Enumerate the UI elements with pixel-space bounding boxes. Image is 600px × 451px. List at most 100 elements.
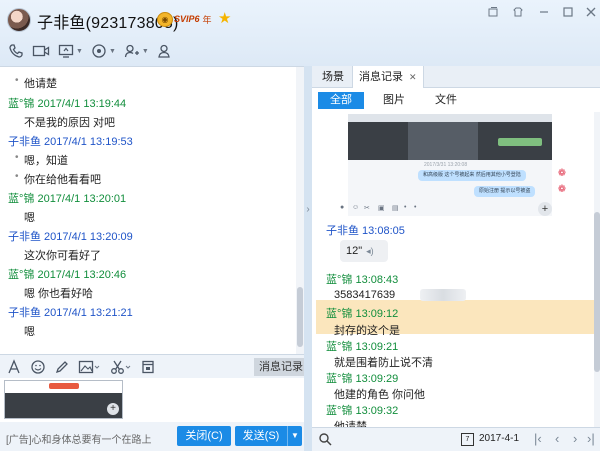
bullet-icon: • — [15, 152, 19, 163]
phone-icon[interactable] — [8, 43, 24, 59]
next-page-icon[interactable]: › — [573, 431, 577, 446]
tab-scene[interactable]: 场景 — [316, 66, 350, 88]
chat-history[interactable]: • 他请楚 蓝°锦 2017/4/1 13:19:44 不是我的原因 对吧 子非… — [0, 66, 304, 354]
panel-tabs: 场景 消息记录 ✕ — [312, 66, 600, 88]
history-image[interactable] — [348, 114, 552, 160]
image-bubble: 和高级版 这个号被起来 然后用其他小号登陆 — [418, 170, 526, 181]
tab-label: 消息记录 — [359, 71, 403, 83]
sender-line[interactable]: 子非鱼 2017/4/1 13:21:21 — [8, 304, 133, 320]
image-toolbar: ● ☺ ✂ ▣ ▤ • • + — [338, 202, 558, 216]
message-text: 嗯 — [24, 326, 35, 338]
voice-message[interactable]: 12" ◂) — [340, 240, 388, 262]
history-filters: 全部 图片 文件 — [312, 89, 600, 111]
sender-line[interactable]: 蓝°锦 13:09:12 — [326, 305, 398, 321]
message-text: 你在给他看看吧 — [24, 174, 101, 186]
app-icon[interactable]: ▼ — [91, 43, 116, 59]
history-label: 消息记录 — [259, 361, 303, 373]
screenshot-icon[interactable] — [110, 359, 132, 375]
emoji-icon[interactable] — [30, 359, 46, 375]
close-tab-icon[interactable]: ✕ — [409, 72, 417, 82]
restore-icon[interactable] — [486, 6, 500, 20]
message-text: 嗯，知道 — [24, 155, 68, 167]
filter-images[interactable]: 图片 — [372, 92, 416, 109]
font-icon[interactable] — [6, 359, 22, 375]
sender-line[interactable]: 子非鱼 13:08:05 — [326, 222, 405, 238]
crown-icon: ◉ — [157, 11, 173, 27]
star-icon[interactable]: ★ — [218, 9, 231, 27]
tab-history[interactable]: 消息记录 ✕ — [352, 66, 424, 88]
ad-text[interactable]: [广告]心和身体总要有一个在路上 — [6, 431, 152, 446]
message-text: 这次你可看好了 — [24, 250, 101, 262]
footer-bar: [广告]心和身体总要有一个在路上 关闭(C) 发送(S) ▼ — [0, 422, 304, 451]
close-button[interactable]: 关闭(C) — [177, 426, 231, 446]
message-input[interactable]: + — [0, 378, 304, 422]
scroll-thumb[interactable] — [594, 212, 600, 372]
sender-line[interactable]: 蓝°锦 13:09:32 — [326, 402, 398, 418]
svip-badge[interactable]: ◉ SVIP6 年 — [157, 11, 212, 27]
message-text: 不是我的原因 对吧 — [24, 117, 116, 129]
skin-icon[interactable] — [511, 6, 525, 20]
chevron-right-icon[interactable]: › — [304, 204, 312, 215]
chat-scrollbar[interactable] — [296, 67, 304, 354]
mic-icon: ● — [340, 204, 345, 211]
prev-page-icon[interactable]: ‹ — [555, 431, 559, 446]
pen-icon[interactable] — [54, 359, 70, 375]
file-icon: ▤ — [392, 205, 399, 212]
sender-line[interactable]: 子非鱼 2017/4/1 13:20:09 — [8, 228, 133, 244]
window-header: 子非鱼(923173805) ◉ SVIP6 年 ★ ▼ ▼ ▼ — [0, 0, 600, 66]
history-button[interactable]: 消息记录 ▼ — [254, 358, 304, 390]
history-footer: 7 2017-4-1 |‹ ‹ › ›| — [312, 427, 600, 451]
more-icon: • — [414, 204, 417, 211]
image-icon: ▣ — [378, 205, 385, 212]
first-page-icon[interactable]: |‹ — [534, 431, 542, 446]
history-scrollbar[interactable] — [594, 112, 600, 427]
video-icon[interactable] — [32, 43, 50, 59]
panel-splitter[interactable]: › — [304, 66, 312, 451]
send-options-button[interactable]: ▼ — [287, 426, 302, 446]
chevron-down-icon: ▼ — [141, 47, 149, 55]
calendar-icon[interactable]: 7 — [461, 433, 474, 446]
history-panel: 场景 消息记录 ✕ 全部 图片 文件 2017/3/31 13:20:08 和高级… — [312, 66, 600, 451]
remote-icon[interactable]: ▼ — [124, 43, 149, 59]
zoom-in-icon[interactable]: + — [538, 202, 552, 216]
message-text: 封存的这个是 — [334, 325, 400, 337]
filter-all[interactable]: 全部 — [318, 92, 364, 109]
sender-line[interactable]: 蓝°锦 2017/4/1 13:20:46 — [8, 266, 126, 282]
file-icon[interactable] — [140, 359, 156, 375]
image-bubble: 原始注册 提示以号被盗 — [474, 186, 536, 197]
image-thumbnail[interactable]: + — [4, 380, 123, 419]
sender-line[interactable]: 蓝°锦 2017/4/1 13:19:44 — [8, 95, 126, 111]
search-icon[interactable] — [318, 432, 332, 449]
history-date[interactable]: 2017-4-1 — [479, 433, 519, 444]
bullet-icon: • — [15, 75, 19, 86]
image-icon[interactable] — [78, 359, 100, 375]
scroll-thumb[interactable] — [297, 287, 303, 347]
sender-line[interactable]: 蓝°锦 13:08:43 — [326, 271, 398, 287]
input-toolbar: 消息记录 ▼ — [0, 354, 304, 390]
last-page-icon[interactable]: ›| — [587, 431, 595, 446]
voice-wave-icon: ◂) — [366, 246, 374, 256]
filter-files[interactable]: 文件 — [424, 92, 468, 109]
send-button[interactable]: 发送(S) — [235, 426, 287, 446]
sender-line[interactable]: 蓝°锦 13:09:21 — [326, 338, 398, 354]
heart-icon: ❁ — [557, 184, 567, 195]
sender-line[interactable]: 子非鱼 2017/4/1 13:19:53 — [8, 133, 133, 149]
svip-year: 年 — [202, 14, 212, 25]
image-timestamp: 2017/3/31 13:20:08 — [424, 162, 468, 168]
zoom-in-icon[interactable]: + — [107, 403, 119, 415]
emoji-icon: ☺ — [352, 204, 360, 211]
minimize-icon[interactable] — [537, 6, 551, 20]
share-screen-icon[interactable]: ▼ — [58, 43, 83, 59]
avatar[interactable] — [7, 8, 31, 32]
sender-line[interactable]: 蓝°锦 13:09:29 — [326, 370, 398, 386]
scissors-icon: ✂ — [364, 205, 370, 212]
message-text: 嗯 你也看好哈 — [24, 288, 94, 300]
more-icon: • — [404, 204, 407, 211]
maximize-icon[interactable] — [561, 6, 575, 20]
toolbar: ▼ ▼ ▼ — [8, 41, 181, 61]
add-contact-icon[interactable] — [157, 43, 173, 59]
close-icon[interactable] — [584, 6, 598, 20]
message-text: 嗯 — [24, 212, 35, 224]
sender-line[interactable]: 蓝°锦 2017/4/1 13:20:01 — [8, 190, 126, 206]
chevron-down-icon: ▼ — [76, 47, 83, 55]
